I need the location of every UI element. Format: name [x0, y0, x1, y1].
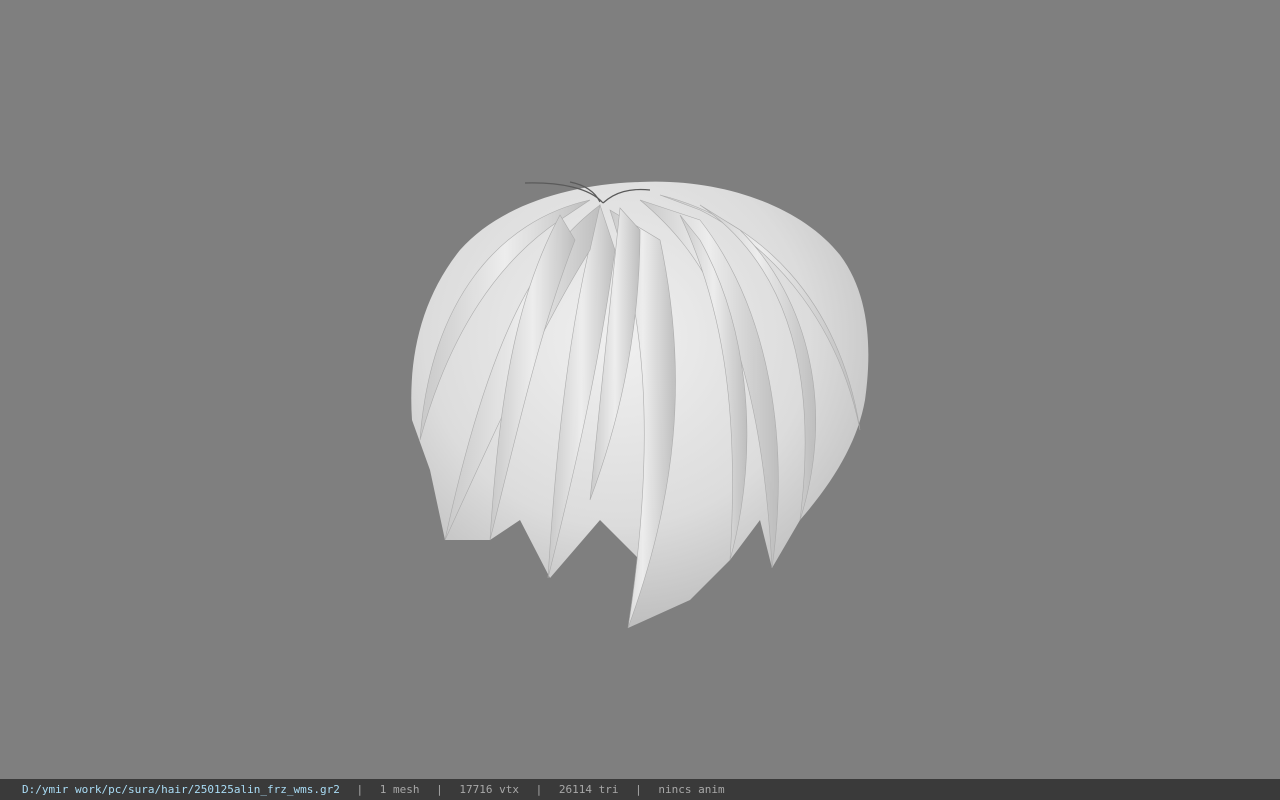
status-separator: | — [356, 783, 364, 796]
status-mesh-count: 1 mesh — [379, 783, 420, 796]
status-bar: D:/ymir work/pc/sura/hair/250125alin_frz… — [0, 779, 1280, 800]
status-separator: | — [535, 783, 543, 796]
status-tri-count: 26114 tri — [558, 783, 619, 796]
status-anim: nincs anim — [658, 783, 725, 796]
status-file-path: D:/ymir work/pc/sura/hair/250125alin_frz… — [22, 783, 340, 796]
status-separator: | — [635, 783, 642, 796]
3d-viewport[interactable] — [0, 0, 1280, 779]
hair-model[interactable] — [0, 0, 1280, 779]
status-vertex-count: 17716 vtx — [459, 783, 519, 796]
status-separator: | — [436, 783, 443, 796]
